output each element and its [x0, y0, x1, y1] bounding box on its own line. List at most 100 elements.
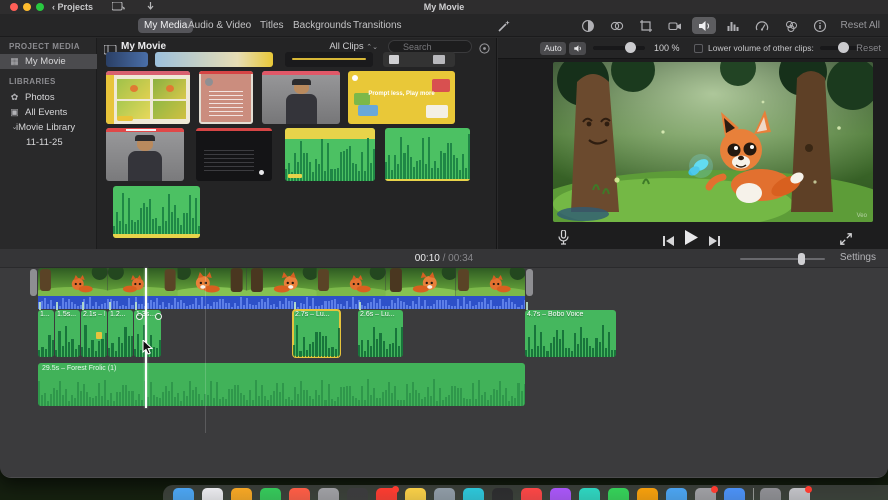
mouse-cursor [142, 338, 154, 360]
reset-all-button[interactable]: Reset All [841, 20, 880, 31]
color-correction-icon[interactable] [605, 17, 629, 34]
tab-transitions[interactable]: Transitions [347, 18, 408, 33]
sfx-clip-selected[interactable]: 2.7s – Lu... [292, 309, 341, 358]
timeline-toolbar: 00:10 / 00:34 Settings [0, 249, 888, 268]
sfx-clip[interactable]: 2.1s – L... [81, 310, 107, 357]
media-thumbnail[interactable] [113, 186, 200, 238]
window-title: My Movie [423, 2, 465, 12]
media-thumbnail[interactable] [155, 52, 273, 67]
browser-action-icon[interactable] [479, 41, 490, 59]
media-thumbnail[interactable] [285, 128, 375, 181]
playhead[interactable] [145, 268, 147, 408]
music-clip[interactable]: 29.5s – Forest Frolic (1) [38, 363, 525, 406]
media-thumbnail[interactable]: Prompt less, Play more [348, 71, 455, 124]
dock-app-icon[interactable] [376, 486, 399, 500]
dock-app-icon[interactable] [724, 488, 745, 500]
dock-app-icon[interactable] [608, 488, 629, 500]
clip-filter-dropdown[interactable]: All Clips ⌃⌄ [329, 41, 378, 52]
crop-icon[interactable] [634, 17, 658, 34]
dock-app-icon[interactable] [695, 486, 718, 500]
clip-marker[interactable] [136, 313, 143, 320]
color-balance-icon[interactable] [576, 17, 600, 34]
dock-app-icon[interactable] [260, 488, 281, 500]
sidebar-item-photos[interactable]: ✿ Photos [0, 90, 97, 105]
play-button[interactable] [684, 230, 698, 250]
lower-volume-checkbox[interactable] [694, 44, 703, 53]
project-icon: ▦ [10, 56, 19, 66]
clip-trim-handle[interactable] [30, 269, 37, 296]
tab-titles[interactable]: Titles [254, 18, 290, 33]
dock-app-icon[interactable] [789, 486, 812, 500]
preview-image: Veo [553, 62, 873, 222]
sfx-clip[interactable]: 2.6s – Lu... [358, 310, 403, 357]
volume-icon[interactable] [692, 17, 716, 34]
record-voiceover-button[interactable] [558, 229, 569, 250]
info-icon[interactable] [808, 17, 832, 34]
timeline-zoom-slider[interactable] [740, 253, 825, 265]
timeline: 1... 1.5s... 2.1s – L... 1.2... 1.3s... … [0, 268, 888, 477]
dock-app-icon[interactable] [347, 488, 368, 500]
speed-icon[interactable] [750, 17, 774, 34]
media-thumbnail[interactable] [262, 71, 340, 124]
sidebar-item-imovie-library[interactable]: ⌄ iMovie Library [0, 120, 97, 135]
dock[interactable] [163, 485, 888, 500]
reset-volume-button[interactable]: Reset [856, 43, 881, 54]
media-thumbnail[interactable] [106, 52, 148, 67]
media-thumbnail[interactable] [385, 128, 470, 181]
volume-controls: Auto 100 % Lower volume of other clips: … [498, 38, 888, 59]
viewer-panel: Auto 100 % Lower volume of other clips: … [498, 38, 888, 253]
volume-percent: 100 % [654, 43, 680, 53]
dock-app-icon[interactable] [231, 488, 252, 500]
media-thumbnail[interactable] [383, 52, 455, 67]
video-clip-audio-waveform[interactable] [38, 296, 525, 309]
dock-app-icon[interactable] [492, 488, 513, 500]
media-thumbnail[interactable] [106, 71, 190, 124]
auto-volume-button[interactable]: Auto [540, 42, 566, 55]
tab-audio-video[interactable]: Audio & Video [182, 18, 257, 33]
dock-app-icon[interactable] [173, 488, 194, 500]
effects-icon[interactable] [779, 17, 803, 34]
media-thumbnail[interactable] [199, 71, 253, 124]
desktop: ‹ Projects My Movie My Media Audio & Vid… [0, 0, 888, 500]
dock-app-icon[interactable] [289, 488, 310, 500]
dock-app-icon[interactable] [550, 488, 571, 500]
video-clip-filmstrip[interactable] [38, 268, 525, 296]
volume-slider[interactable] [593, 42, 645, 53]
stabilization-icon[interactable] [663, 17, 687, 34]
mute-button[interactable] [569, 42, 586, 55]
sfx-clip[interactable]: 1.2... [108, 310, 133, 357]
media-thumbnail[interactable] [196, 128, 272, 181]
sidebar-item-all-events[interactable]: ▣ All Events [0, 105, 97, 120]
auto-enhance-icon[interactable] [492, 17, 516, 34]
timeline-settings-button[interactable]: Settings [840, 252, 876, 263]
media-thumbnail[interactable] [285, 52, 373, 67]
dock-app-icon[interactable] [760, 488, 781, 500]
sfx-clip[interactable]: 1... [38, 310, 54, 357]
browser-title: My Movie [121, 41, 167, 52]
dock-app-icon[interactable] [579, 488, 600, 500]
dock-app-icon[interactable] [202, 488, 223, 500]
sidebar-item-my-movie[interactable]: ▦ My Movie [0, 54, 97, 69]
noise-reduction-icon[interactable] [721, 17, 745, 34]
media-browser: My Movie All Clips ⌃⌄ Search Prompt less… [97, 38, 497, 253]
dock-app-icon[interactable] [405, 488, 426, 500]
dock-app-icon[interactable] [666, 488, 687, 500]
clip-marker[interactable] [155, 313, 162, 320]
sidebar-item-library-date[interactable]: 11-11-25 [0, 135, 97, 150]
clip-beat-marker[interactable] [96, 332, 102, 339]
sfx-clip[interactable]: 4.7s – Bobo Voice [525, 310, 616, 357]
dock-app-icon[interactable] [318, 488, 339, 500]
libraries-header: LIBRARIES [9, 77, 56, 86]
snap-guide [205, 268, 206, 433]
dock-app-icon[interactable] [463, 488, 484, 500]
project-media-header: PROJECT MEDIA [9, 42, 80, 51]
sfx-clip[interactable]: 1.5s... [55, 310, 80, 357]
fullscreen-button[interactable] [840, 232, 852, 250]
dock-app-icon[interactable] [434, 488, 455, 500]
dock-app-icon[interactable] [521, 488, 542, 500]
slide-thumb-text: Prompt less, Play more [368, 91, 435, 97]
clip-trim-handle[interactable] [526, 269, 533, 296]
media-thumbnail[interactable] [106, 128, 184, 181]
dock-app-icon[interactable] [637, 488, 658, 500]
imovie-window: ‹ Projects My Movie My Media Audio & Vid… [0, 0, 888, 478]
